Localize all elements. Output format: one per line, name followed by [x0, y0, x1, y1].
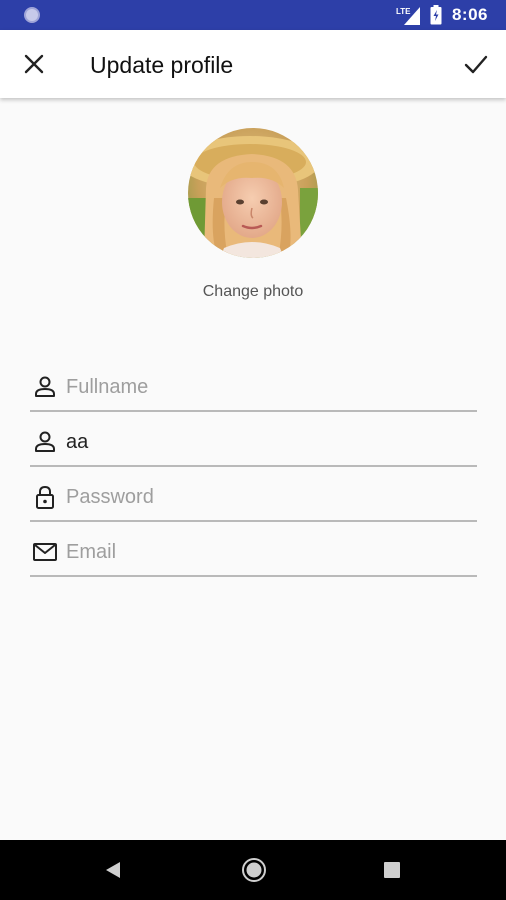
- recent-apps-icon[interactable]: [384, 862, 400, 878]
- app-toolbar: Update profile: [0, 30, 506, 98]
- lte-signal-icon: LTE: [396, 5, 422, 25]
- save-button[interactable]: [460, 48, 492, 80]
- username-field[interactable]: aa: [30, 423, 477, 467]
- close-icon: [24, 54, 44, 74]
- person-icon: [35, 376, 55, 397]
- status-icons: LTE 8:06: [396, 5, 488, 25]
- mail-icon: [33, 543, 57, 561]
- change-photo-link[interactable]: Change photo: [0, 283, 506, 301]
- page-title: Update profile: [90, 52, 234, 78]
- clock: 8:06: [451, 5, 488, 24]
- home-icon[interactable]: [241, 857, 267, 883]
- svg-text:LTE: LTE: [396, 7, 411, 16]
- profile-photo[interactable]: [188, 128, 318, 258]
- status-bar: LTE 8:06: [0, 0, 506, 30]
- battery-icon: [430, 5, 442, 25]
- fullname-placeholder: Fullname: [66, 376, 149, 398]
- lock-icon: [36, 485, 54, 509]
- fullname-field[interactable]: Fullname: [30, 368, 477, 412]
- password-placeholder: Password: [66, 486, 154, 508]
- email-field[interactable]: Email: [30, 533, 477, 577]
- check-icon: [464, 55, 488, 74]
- avatar: [188, 128, 318, 258]
- close-button[interactable]: [18, 48, 50, 80]
- notification-dot-icon: [24, 7, 40, 23]
- person-icon: [35, 431, 55, 452]
- username-value: aa: [66, 431, 89, 453]
- system-nav-bar: [0, 840, 506, 900]
- back-icon[interactable]: [104, 860, 122, 880]
- password-field[interactable]: Password: [30, 478, 477, 522]
- email-placeholder: Email: [66, 541, 117, 563]
